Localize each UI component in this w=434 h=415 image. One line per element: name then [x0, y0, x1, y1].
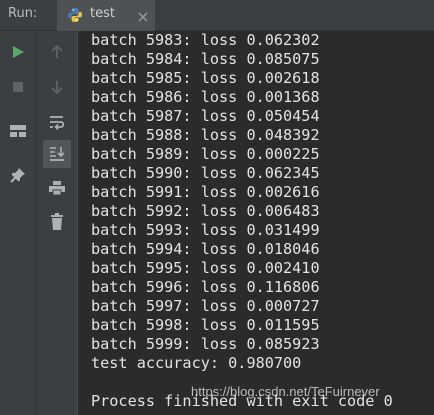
layout-button[interactable] — [4, 117, 32, 145]
run-header: Run: test — [0, 0, 434, 31]
console-line: test accuracy: 0.980700 — [91, 354, 302, 372]
console-line: batch 5992: loss 0.006483 — [91, 202, 320, 220]
left-toolbar — [0, 31, 36, 415]
console-line: batch 5996: loss 0.116806 — [91, 278, 320, 296]
console-line: batch 5983: loss 0.062302 — [91, 31, 320, 49]
close-icon[interactable] — [137, 8, 149, 22]
run-label: Run: — [8, 6, 38, 21]
console-line: batch 5995: loss 0.002410 — [91, 259, 320, 277]
console-line: batch 5993: loss 0.031499 — [91, 221, 320, 239]
console-line: batch 5997: loss 0.000727 — [91, 297, 320, 315]
stop-icon — [13, 82, 23, 92]
previous-button[interactable] — [43, 38, 71, 66]
print-icon — [49, 181, 65, 196]
up-arrow-icon — [51, 44, 63, 58]
next-button[interactable] — [43, 73, 71, 101]
console-line: batch 5987: loss 0.050454 — [91, 107, 320, 125]
layout-icon — [10, 125, 26, 137]
run-button[interactable] — [4, 38, 32, 66]
console-line: batch 5984: loss 0.085075 — [91, 50, 320, 68]
clear-button[interactable] — [43, 208, 71, 236]
scroll-to-end-icon — [50, 147, 65, 161]
console-line: batch 5985: loss 0.002618 — [91, 69, 320, 87]
watermark: https://blog.csdn.net/TeFuirnever — [191, 384, 380, 399]
down-arrow-icon — [51, 81, 63, 95]
console-line: batch 5999: loss 0.085923 — [91, 335, 320, 353]
console-line: batch 5994: loss 0.018046 — [91, 240, 320, 258]
console-line: batch 5991: loss 0.002616 — [91, 183, 320, 201]
run-icon — [13, 46, 24, 58]
pin-button[interactable] — [4, 161, 32, 189]
stop-button[interactable] — [4, 73, 32, 101]
console-line: batch 5990: loss 0.062345 — [91, 164, 320, 182]
soft-wrap-button[interactable] — [43, 108, 71, 136]
console-line: batch 5988: loss 0.048392 — [91, 126, 320, 144]
console-output[interactable]: batch 5983: loss 0.062302 batch 5984: lo… — [78, 31, 434, 415]
tab-test[interactable]: test — [57, 0, 155, 31]
scroll-to-end-button[interactable] — [43, 140, 71, 168]
run-tool-window: Run: test batch 5983: loss 0.062302 batc… — [0, 0, 434, 415]
right-toolbar — [36, 31, 78, 415]
trash-icon — [51, 213, 63, 230]
console-line: batch 5998: loss 0.011595 — [91, 316, 320, 334]
python-icon — [67, 7, 83, 23]
soft-wrap-icon — [50, 116, 65, 130]
console-line: batch 5986: loss 0.001368 — [91, 88, 320, 106]
console-line: batch 5989: loss 0.000225 — [91, 145, 320, 163]
pin-icon — [10, 168, 25, 183]
tab-label: test — [90, 6, 115, 21]
print-button[interactable] — [43, 174, 71, 202]
